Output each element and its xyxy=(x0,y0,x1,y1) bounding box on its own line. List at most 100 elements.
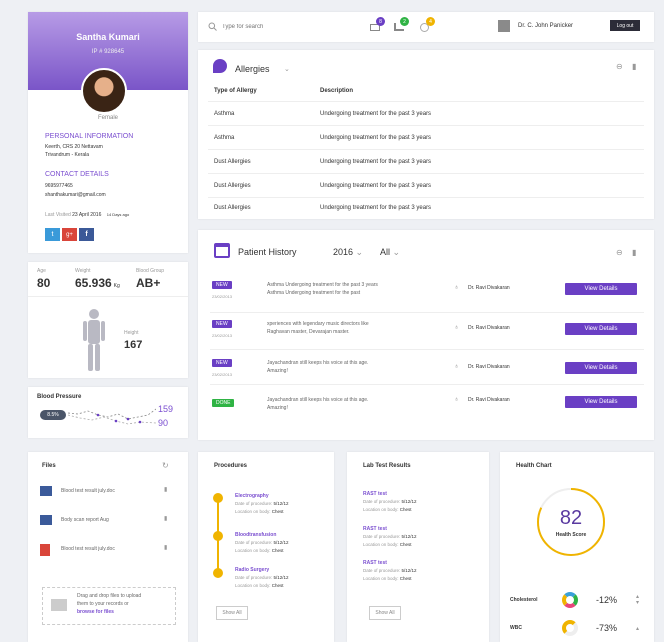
history-line2: Asthma Undergoing treatment for the past xyxy=(267,290,361,296)
procedure-location: Chest xyxy=(271,509,284,514)
lab-location-label: Location on body: xyxy=(363,576,399,581)
age-value: 80 xyxy=(37,276,51,290)
year-value: 2016 xyxy=(333,247,354,257)
files-title: Files xyxy=(42,463,56,469)
file-item[interactable]: Blood test result july.doc ▮ xyxy=(40,486,180,498)
col-type-header: Type of Allergy xyxy=(214,87,257,94)
year-select[interactable]: 2016 ⌄ xyxy=(333,247,363,258)
history-line1: Jayachandran still keeps his voice at th… xyxy=(267,397,369,403)
wbc-donut-icon xyxy=(562,620,578,636)
vitals-card: Age 80 Weight 65.936 Kg Blood Group AB+ … xyxy=(28,262,188,378)
search-input[interactable] xyxy=(222,21,342,33)
lab-item[interactable]: RAST test Date of procedure: 5/12/12 Loc… xyxy=(363,525,417,549)
cholesterol-donut-icon xyxy=(562,592,578,608)
last-visited-label: Last Visited xyxy=(45,212,71,218)
minimize-icon[interactable]: ⊖ xyxy=(616,62,623,71)
refresh-icon[interactable]: ↻ xyxy=(162,461,169,470)
bp-title: Blood Pressure xyxy=(37,394,82,400)
table-row: Dust Allergies Undergoing treatment for … xyxy=(208,150,644,174)
col-desc-header: Description xyxy=(320,87,354,94)
patient-gender: Female xyxy=(97,115,118,121)
history-doctor: Dr. Ravi Divakaran xyxy=(468,397,510,403)
history-line1: Jayachandran still keeps his voice at th… xyxy=(267,360,369,366)
procedure-item[interactable]: Bloodtransfusion Date of procedure: 5/12… xyxy=(235,531,289,555)
procedure-location-label: Location on body: xyxy=(235,583,271,588)
twitter-icon[interactable]: t xyxy=(45,228,60,241)
delete-icon[interactable]: ▮ xyxy=(632,62,636,71)
history-doctor: Dr. Ravi Divakaran xyxy=(468,364,510,370)
files-card: Files ↻ Blood test result july.doc ▮ Bod… xyxy=(28,452,188,642)
last-visited-date: 23 April 2016 xyxy=(72,212,102,218)
lab-date-label: Date of procedure: xyxy=(363,534,401,539)
body-figure-icon xyxy=(83,309,105,371)
logout-button[interactable]: Log out xyxy=(610,20,640,31)
lab-item[interactable]: RAST test Date of procedure: 5/12/12 Loc… xyxy=(363,559,417,583)
view-details-button[interactable]: View Details xyxy=(565,323,637,335)
metric-value: -73% xyxy=(596,623,618,633)
email[interactable]: shanthakumari@gmail.com xyxy=(45,192,106,198)
lab-name: RAST test xyxy=(363,491,387,497)
metric-stepper-icon[interactable]: ▴ ▾ xyxy=(636,594,639,606)
allergy-description: Undergoing treatment for the past 3 year… xyxy=(320,158,432,165)
history-line2: Raghavan master, Devarajan master. xyxy=(267,329,350,335)
history-line2: Amazing! xyxy=(267,368,288,374)
metric-row: Cholesterol -12% ▴ ▾ xyxy=(510,592,650,608)
show-all-button[interactable]: Show All xyxy=(369,606,401,620)
browse-files-link[interactable]: browse for files xyxy=(77,609,114,615)
allergies-dropdown-icon[interactable]: ⌄ xyxy=(284,65,290,73)
lab-item[interactable]: RAST test Date of procedure: 5/12/12 Loc… xyxy=(363,490,417,514)
health-score-label: Health Score xyxy=(555,532,587,538)
delete-icon[interactable]: ▮ xyxy=(164,486,167,493)
bp-sparkline xyxy=(68,408,156,425)
top-bar: 8 2 4 Dr. C. John Panicker Log out xyxy=(198,12,654,42)
filter-select[interactable]: All ⌄ xyxy=(380,247,400,258)
file-drop-zone[interactable]: Drag and drop files to upload them to yo… xyxy=(42,587,176,625)
history-line1: Asthma Undergoing treatment for the past… xyxy=(267,282,378,288)
procedure-date-label: Date of procedure: xyxy=(235,501,273,506)
procedure-date-label: Date of procedure: xyxy=(235,540,273,545)
file-item[interactable]: Blood test result july.doc ▮ xyxy=(40,544,180,556)
height-label: Height xyxy=(124,330,139,336)
status-badge: NEW xyxy=(212,281,232,289)
allergy-type: Dust Allergies xyxy=(214,158,251,165)
file-name: Body scan report Aug xyxy=(61,517,109,523)
metric-stepper-icon[interactable]: ▴ xyxy=(636,625,639,632)
file-item[interactable]: Body scan report Aug ▮ xyxy=(40,515,180,527)
delete-icon[interactable]: ▮ xyxy=(164,515,167,522)
doctor-name[interactable]: Dr. C. John Panicker xyxy=(518,23,573,29)
minimize-icon[interactable]: ⊖ xyxy=(616,248,623,257)
age-label: Age xyxy=(37,268,46,274)
table-row: Dust Allergies Undergoing treatment for … xyxy=(208,174,644,198)
show-all-button[interactable]: Show All xyxy=(216,606,248,620)
facebook-icon[interactable]: f xyxy=(79,228,94,241)
view-details-button[interactable]: View Details xyxy=(565,362,637,374)
weight: 65.936 Kg xyxy=(75,276,120,290)
stethoscope-icon: ♁ xyxy=(454,284,460,291)
metric-row: WBC -73% ▴ xyxy=(510,620,650,636)
calendar-icon xyxy=(214,243,230,258)
table-row: Asthma Undergoing treatment for the past… xyxy=(208,126,644,150)
google-plus-icon[interactable]: g+ xyxy=(62,228,77,241)
allergy-type: Asthma xyxy=(214,134,235,141)
lab-date: 5/12/12 xyxy=(401,568,417,573)
view-details-button[interactable]: View Details xyxy=(565,396,637,408)
health-score-value: 82 xyxy=(559,507,583,529)
weight-label: Weight xyxy=(75,268,91,274)
delete-icon[interactable]: ▮ xyxy=(164,544,167,551)
delete-icon[interactable]: ▮ xyxy=(632,248,636,257)
procedure-item[interactable]: Radio Surgery Date of procedure: 5/12/12… xyxy=(235,566,289,590)
stethoscope-icon: ♁ xyxy=(454,363,460,370)
procedure-item[interactable]: Electrography Date of procedure: 5/12/12… xyxy=(235,492,289,516)
history-row: NEW 23/02/2013 xperiences with legendary… xyxy=(210,314,644,350)
stethoscope-icon: ♁ xyxy=(454,324,460,331)
allergy-description: Undergoing treatment for the past 3 year… xyxy=(320,205,432,211)
filter-value: All xyxy=(380,247,391,257)
pdf-file-icon xyxy=(40,544,50,556)
file-icon xyxy=(40,515,52,525)
history-title: Patient History xyxy=(238,247,297,257)
history-date: 23/02/2013 xyxy=(212,372,233,377)
bp-low: 90 xyxy=(158,418,169,428)
weight-unit: Kg xyxy=(113,283,120,289)
status-badge: NEW xyxy=(212,359,232,367)
view-details-button[interactable]: View Details xyxy=(565,283,637,295)
